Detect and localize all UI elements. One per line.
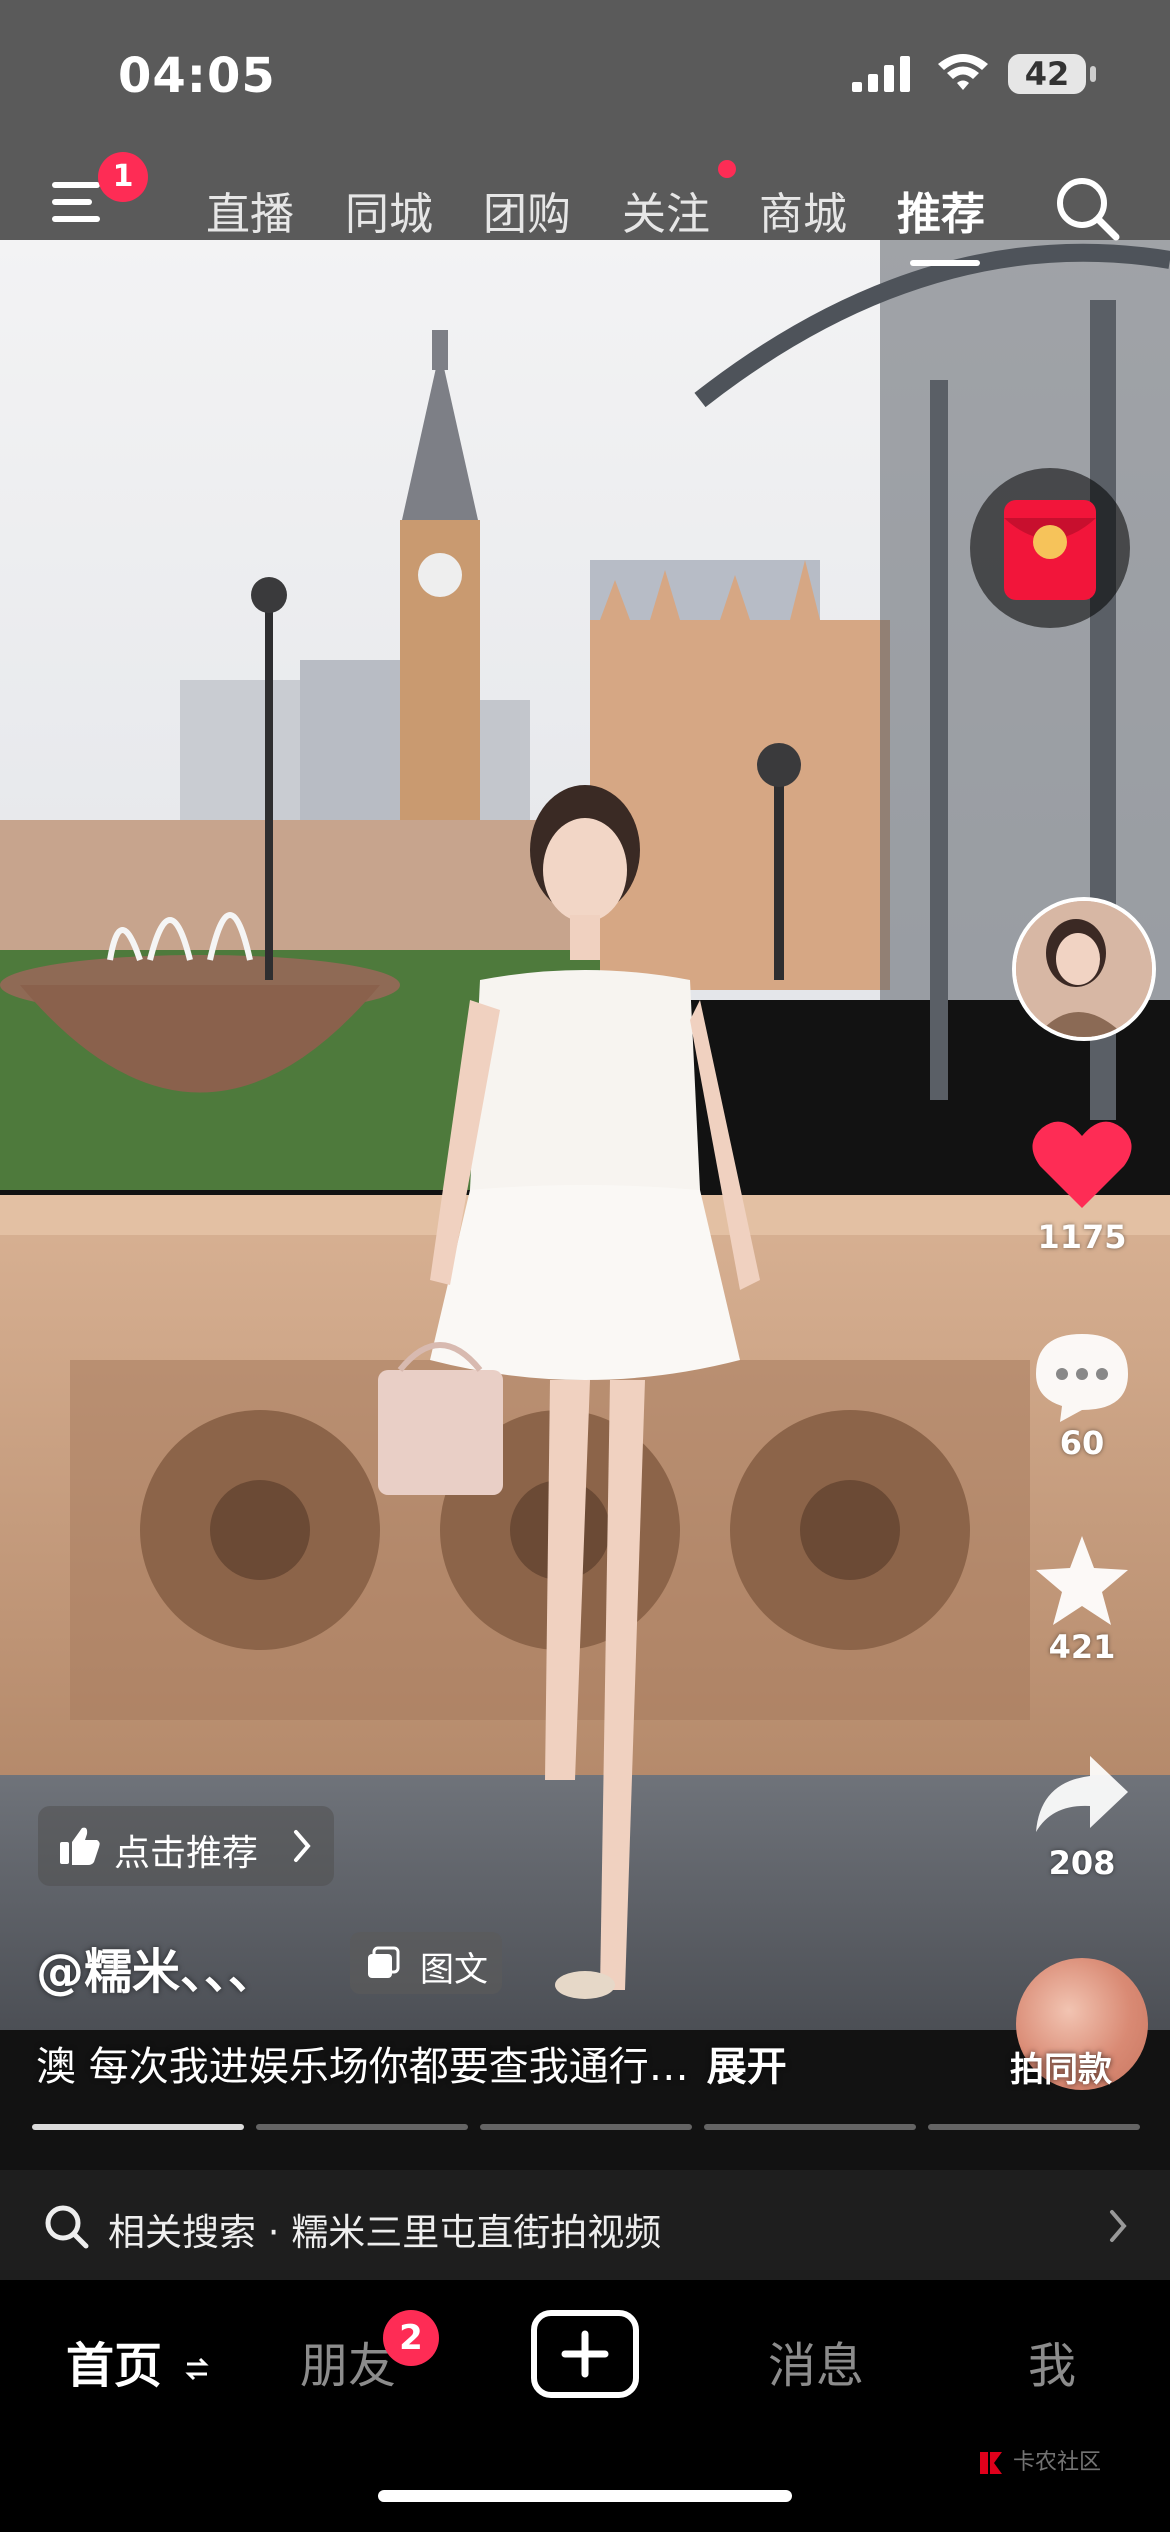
expand-button[interactable]: 展开	[707, 2044, 787, 2090]
top-nav: 1 直播 同城 团购 关注 商城 推荐	[0, 150, 1170, 266]
page-progress-segment	[704, 2124, 916, 2130]
share-icon	[1036, 1756, 1128, 1832]
same-style-button[interactable]: 拍同款	[1010, 2042, 1112, 2091]
post-type-label: 图文	[420, 1950, 488, 1990]
chevron-right-icon	[1110, 2210, 1127, 2242]
create-post-button[interactable]	[531, 2310, 639, 2398]
caption-text: 澳 每次我进娱乐场你都要查我通行…	[36, 2044, 689, 2090]
share-button[interactable]: 208	[1002, 1752, 1162, 1882]
recommend-button[interactable]: 点击推荐	[38, 1806, 334, 1886]
tab-friends[interactable]: 朋友	[300, 2326, 396, 2396]
favorite-count: 421	[1048, 1628, 1116, 1666]
comment-count: 60	[1059, 1424, 1105, 1462]
cellular-signal-icon	[852, 56, 910, 92]
status-bar: 04:05 42	[0, 0, 1170, 150]
menu-icon-line	[52, 199, 92, 205]
tab-messages[interactable]: 消息	[768, 2326, 864, 2396]
favorite-button[interactable]: 421	[1002, 1532, 1162, 1666]
author-name[interactable]: @糯米、、、	[36, 1932, 276, 2002]
tab-recommended[interactable]: 推荐	[897, 178, 985, 242]
menu-icon	[52, 182, 100, 188]
tab-home-label: 首页	[66, 2338, 163, 2394]
plus-icon	[561, 2330, 609, 2378]
watermark-text: 卡农社区	[1013, 2450, 1102, 2475]
recommend-label: 点击推荐	[114, 1833, 259, 1874]
thumbs-up-icon	[60, 1827, 100, 1865]
related-search-bar[interactable]: 相关搜索 · 糯米三里屯直街拍视频	[0, 2170, 1170, 2280]
star-icon	[1036, 1536, 1128, 1625]
caption[interactable]: 澳 每次我进娱乐场你都要查我通行… 展开	[36, 2034, 787, 2092]
author-avatar[interactable]	[1012, 897, 1156, 1041]
tab-mall[interactable]: 商城	[759, 178, 847, 242]
tab-live[interactable]: 直播	[206, 178, 294, 242]
watermark: 卡农社区	[976, 2444, 1101, 2478]
page-progress-segment	[928, 2124, 1140, 2130]
tab-group-buy[interactable]: 团购	[483, 178, 571, 242]
heart-icon	[1032, 1121, 1132, 1208]
tab-home[interactable]: 首页	[66, 2326, 209, 2396]
watermark-logo-icon	[980, 2452, 1002, 2474]
post-image-scene	[0, 0, 1170, 2030]
menu-icon-line	[52, 216, 100, 222]
like-button[interactable]: 1175	[1002, 1118, 1162, 1256]
post-type-tag: 图文	[350, 1932, 502, 1994]
comment-button[interactable]: 60	[1002, 1328, 1162, 1462]
page-progress-segment	[32, 2124, 244, 2130]
red-envelope-icon	[1004, 500, 1096, 600]
gallery-icon	[368, 1946, 400, 1978]
tab-local[interactable]: 同城	[345, 178, 433, 242]
page-progress-segment	[256, 2124, 468, 2130]
wifi-icon	[938, 54, 988, 90]
battery-tip	[1090, 66, 1096, 82]
like-count: 1175	[1037, 1218, 1127, 1256]
status-time: 04:05	[118, 48, 276, 104]
search-icon[interactable]	[1054, 175, 1120, 241]
tab-following[interactable]: 关注	[622, 178, 710, 242]
red-envelope-button[interactable]	[970, 468, 1130, 628]
menu-badge: 1	[98, 152, 148, 202]
home-indicator[interactable]	[378, 2490, 792, 2502]
following-dot	[718, 160, 736, 178]
post-image[interactable]	[0, 0, 1170, 2030]
share-count: 208	[1048, 1844, 1116, 1882]
friends-badge: 2	[383, 2310, 439, 2366]
chevron-right-icon	[294, 1830, 311, 1862]
tab-me[interactable]: 我	[1028, 2326, 1076, 2396]
page-progress-segment	[480, 2124, 692, 2130]
battery-indicator: 42	[1008, 54, 1086, 94]
switch-arrows-icon	[185, 2357, 209, 2381]
search-icon	[45, 2205, 89, 2249]
comment-icon	[1036, 1334, 1128, 1422]
related-search-text: 相关搜索 · 糯米三里屯直街拍视频	[108, 2211, 662, 2254]
active-tab-indicator	[910, 260, 980, 266]
avatar-image	[1016, 901, 1152, 1037]
